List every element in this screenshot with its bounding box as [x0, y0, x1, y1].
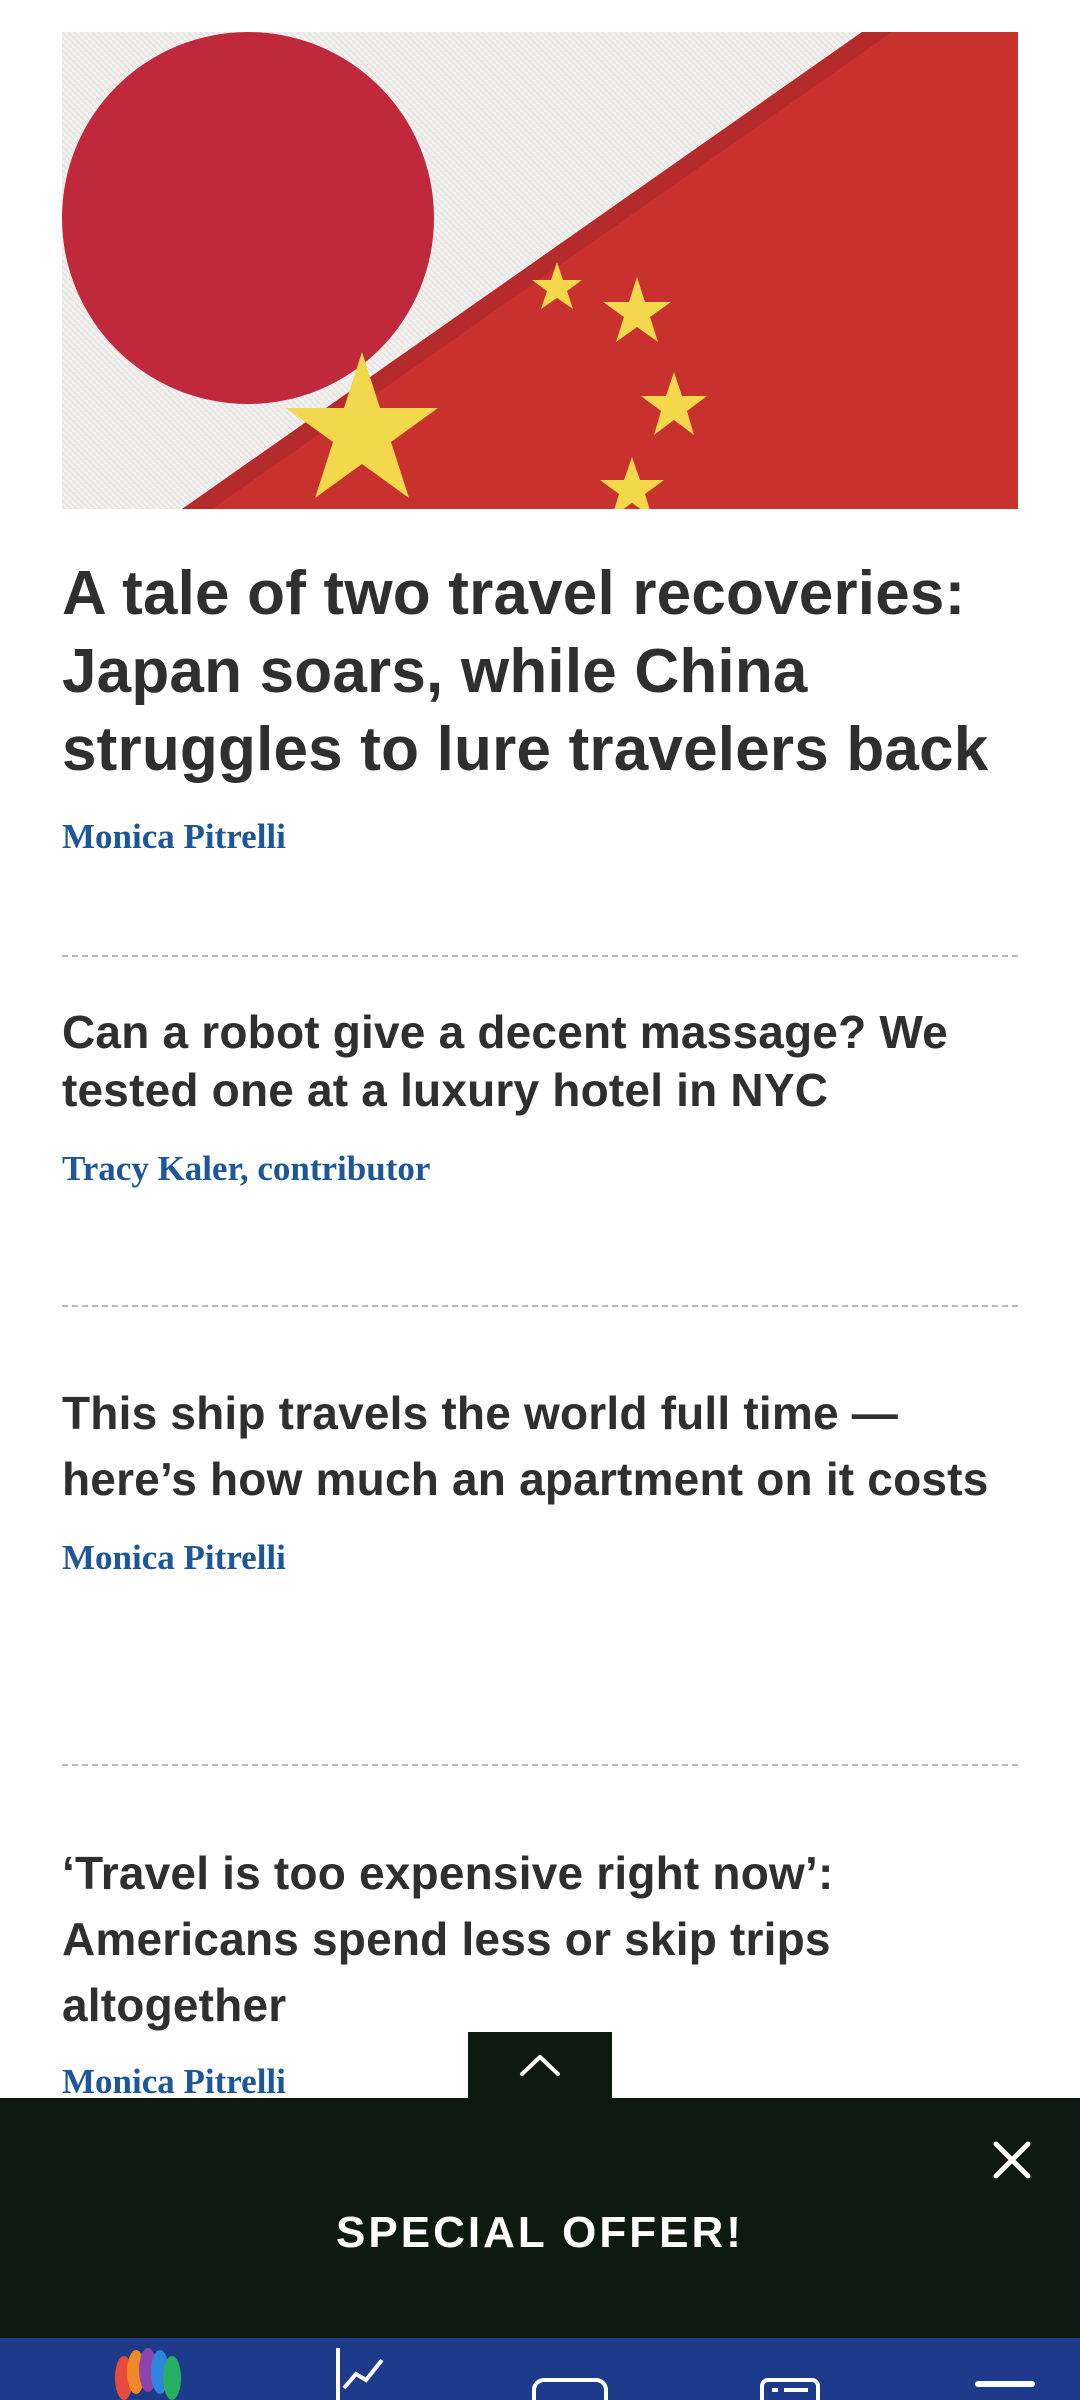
special-offer-banner[interactable]: SPECIAL OFFER! [0, 2098, 1080, 2338]
article-item[interactable]: A tale of two travel recoveries: Japan s… [62, 555, 1018, 857]
nav-watchlist[interactable] [756, 2338, 826, 2400]
article-author[interactable]: Monica Pitrelli [62, 817, 286, 857]
article-headline[interactable]: ‘Travel is too expensive right now’: Ame… [62, 1840, 1018, 2038]
markets-chart-icon [336, 2348, 384, 2400]
scroll-to-top-button[interactable] [468, 2032, 612, 2098]
article-item[interactable]: This ship travels the world full time — … [62, 1380, 1018, 1578]
nav-markets[interactable] [330, 2338, 400, 2400]
hero-image[interactable] [62, 32, 1018, 509]
menu-icon [975, 2381, 1035, 2387]
offer-title[interactable]: SPECIAL OFFER! [0, 2208, 1080, 2258]
article-headline[interactable]: This ship travels the world full time — … [62, 1380, 1018, 1512]
divider [62, 1764, 1018, 1766]
article-author[interactable]: Tracy Kaler, contributor [62, 1149, 430, 1189]
close-icon[interactable] [990, 2138, 1034, 2182]
video-icon [532, 2378, 608, 2400]
divider [62, 955, 1018, 957]
nav-menu[interactable] [970, 2338, 1040, 2400]
divider [62, 1305, 1018, 1307]
chevron-up-icon [520, 2055, 560, 2076]
article-item[interactable]: Can a robot give a decent massage? We te… [62, 1003, 1018, 1189]
article-headline[interactable]: Can a robot give a decent massage? We te… [62, 1003, 1018, 1119]
article-author[interactable]: Monica Pitrelli [62, 1538, 286, 1578]
bottom-navigation [0, 2338, 1080, 2400]
article-headline[interactable]: A tale of two travel recoveries: Japan s… [62, 555, 1018, 789]
watchlist-icon [760, 2378, 820, 2400]
nav-video[interactable] [528, 2338, 612, 2400]
nav-home[interactable] [100, 2338, 190, 2400]
nbc-peacock-icon [115, 2348, 181, 2400]
article-author[interactable]: Monica Pitrelli [62, 2062, 286, 2102]
flags-illustration [62, 32, 1018, 509]
